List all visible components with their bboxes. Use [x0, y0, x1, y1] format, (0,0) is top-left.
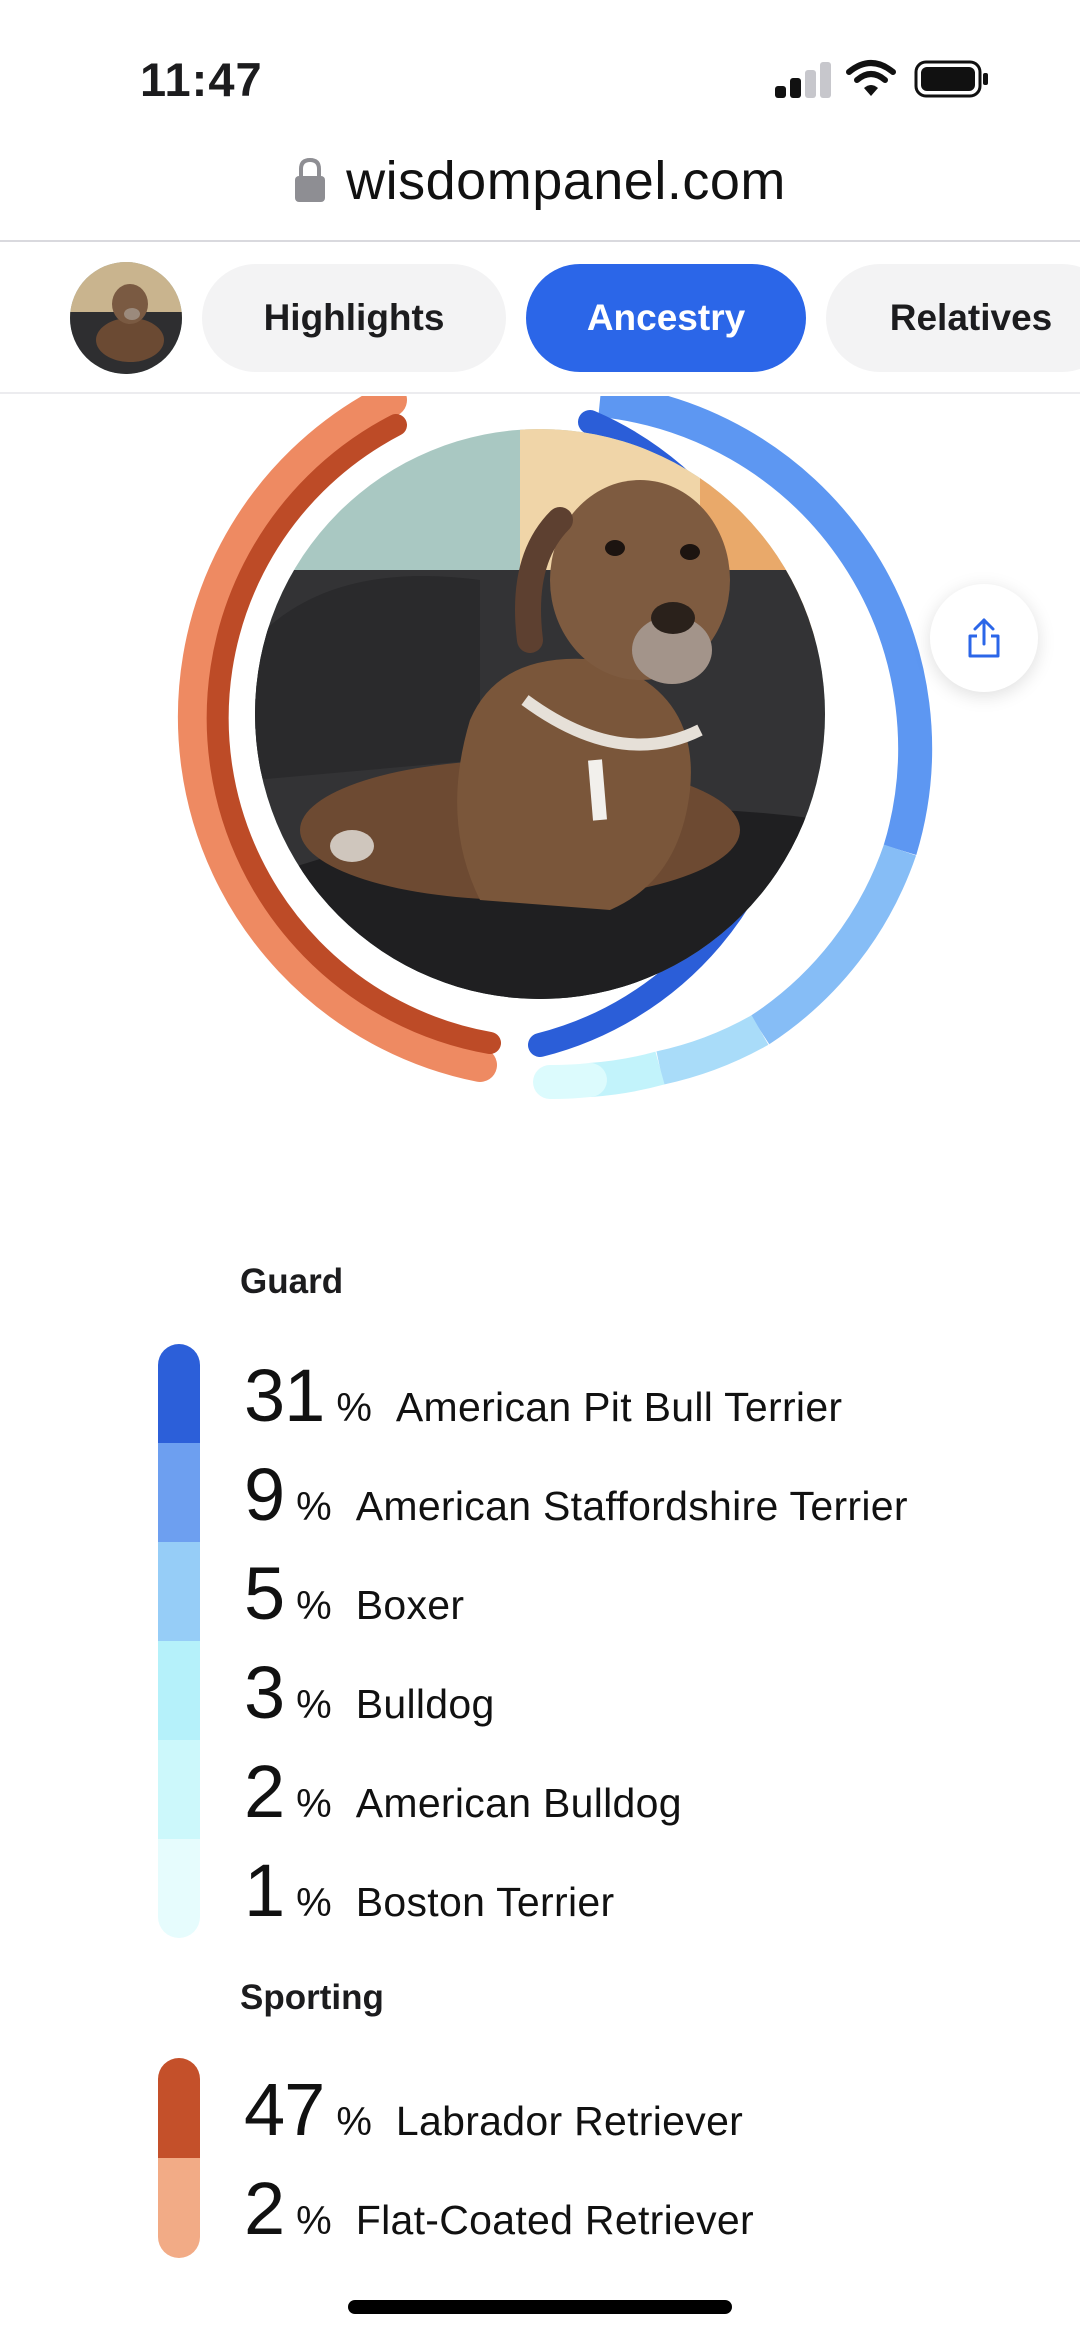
group-title-sporting: Sporting	[240, 1978, 384, 2017]
breed-name: American Pit Bull Terrier	[395, 1384, 843, 1430]
ring-segment-boxer	[656, 1015, 769, 1085]
percent-sign: %	[296, 1881, 332, 1925]
signal-bars-icon	[775, 62, 831, 98]
breed-percent: 2	[244, 2167, 285, 2250]
wifi-icon	[846, 60, 896, 96]
share-button[interactable]	[930, 584, 1038, 692]
breed-name: Labrador Retriever	[395, 2098, 744, 2144]
breed-name: Boxer	[355, 1582, 465, 1628]
breed-name: American Staffordshire Terrier	[355, 1483, 908, 1529]
share-icon	[968, 618, 1000, 658]
sporting-color-bar	[158, 2058, 200, 2258]
breed-percent: 3	[244, 1651, 285, 1734]
breed-percent: 9	[244, 1453, 285, 1536]
group-title-guard: Guard	[240, 1262, 344, 1301]
breed-row-bulldog[interactable]: 3 % Bulldog	[244, 1653, 495, 1733]
percent-sign: %	[296, 2199, 332, 2243]
report-nav: Highlights Ancestry Relatives	[0, 244, 1080, 394]
breed-percent: 1	[244, 1849, 285, 1932]
percent-sign: %	[336, 1386, 372, 1430]
percent-sign: %	[296, 1683, 332, 1727]
breed-row-american-bulldog[interactable]: 2 % American Bulldog	[244, 1752, 682, 1832]
sporting-bar-segment	[158, 2058, 200, 2158]
home-indicator[interactable]	[348, 2300, 732, 2314]
battery-full-icon	[914, 60, 988, 98]
breed-name: Boston Terrier	[355, 1879, 615, 1925]
breed-percent: 47	[244, 2068, 325, 2151]
tab-label: Relatives	[889, 297, 1053, 338]
tab-label: Highlights	[263, 297, 445, 338]
guard-bar-segment	[158, 1641, 200, 1740]
browser-url-bar[interactable]: wisdompanel.com	[0, 140, 1080, 242]
tab-relatives[interactable]: Relatives	[826, 264, 1080, 372]
percent-sign: %	[296, 1584, 332, 1628]
breed-row-flat-coated-retriever[interactable]: 2 % Flat-Coated Retriever	[244, 2169, 754, 2249]
tab-highlights[interactable]: Highlights	[202, 264, 506, 372]
tab-label: Ancestry	[586, 297, 746, 338]
status-time: 11:47	[140, 53, 263, 106]
breed-row-american-pit-bull-terrier[interactable]: 31 % American Pit Bull Terrier	[244, 1356, 842, 1436]
breed-name: Flat-Coated Retriever	[355, 2197, 754, 2243]
guard-bar-segment	[158, 1344, 200, 1443]
dog-avatar[interactable]	[70, 262, 182, 374]
percent-sign: %	[336, 2100, 372, 2144]
guard-bar-segment	[158, 1740, 200, 1839]
guard-bar-segment	[158, 1839, 200, 1938]
guard-bar-segment	[158, 1542, 200, 1641]
ring-segment-boston	[533, 1063, 607, 1099]
guard-bar-segment	[158, 1443, 200, 1542]
breed-name: Bulldog	[355, 1681, 495, 1727]
breed-row-boston-terrier[interactable]: 1 % Boston Terrier	[244, 1851, 614, 1931]
sporting-bar-segment	[158, 2158, 200, 2258]
percent-sign: %	[296, 1782, 332, 1826]
status-bar: 11:47	[0, 0, 1080, 140]
tab-ancestry[interactable]: Ancestry	[526, 264, 806, 372]
lock-icon	[294, 154, 326, 202]
ring-segment-staffordshire	[750, 844, 917, 1045]
breed-percent: 5	[244, 1552, 285, 1635]
url-text: wisdompanel.com	[346, 151, 786, 211]
breed-row-american-staffordshire-terrier[interactable]: 9 % American Staffordshire Terrier	[244, 1455, 908, 1535]
guard-color-bar	[158, 1344, 200, 1938]
breed-name: American Bulldog	[355, 1780, 682, 1826]
breed-row-labrador-retriever[interactable]: 47 % Labrador Retriever	[244, 2070, 743, 2150]
breed-percent: 31	[244, 1354, 325, 1437]
breed-row-boxer[interactable]: 5 % Boxer	[244, 1554, 464, 1634]
ancestry-ring	[0, 396, 1080, 1116]
breed-percent: 2	[244, 1750, 285, 1833]
percent-sign: %	[296, 1485, 332, 1529]
